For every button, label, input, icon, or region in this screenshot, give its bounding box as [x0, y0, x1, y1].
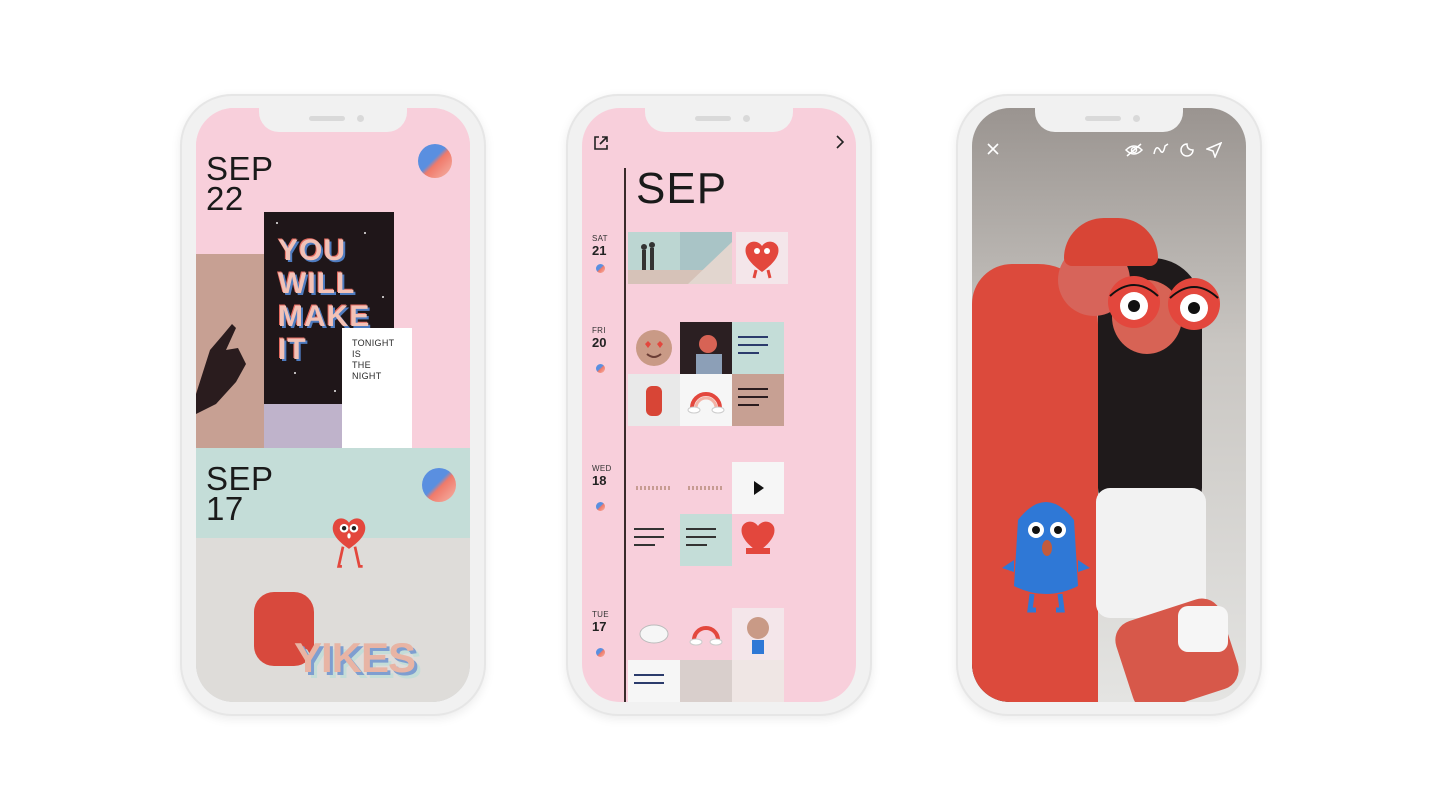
cloud-icon [639, 624, 669, 644]
note-card-tonight: TONIGHT IS THE NIGHT [342, 328, 412, 450]
phone-mockup-timeline: SEP SAT 21 FRI 20 WED 18 TUE 17 [566, 94, 872, 716]
photo-man [972, 264, 1098, 702]
heart-sticker-icon [745, 241, 779, 279]
phone-mockup-camera-editor [956, 94, 1262, 716]
text-lines-icon [634, 674, 664, 690]
day-of-week: TUE [592, 610, 609, 619]
month-heading: SEP [636, 164, 728, 213]
day-of-week: FRI [592, 326, 606, 335]
phone-notch [259, 108, 407, 132]
tile-character-sticker[interactable] [732, 608, 784, 660]
play-icon[interactable] [754, 481, 764, 495]
day-mood-icon [596, 648, 605, 657]
feed-screen: SEP 22 YOU WILL MAKE IT TONIGHT IS THE N… [196, 108, 470, 702]
note-line: TONIGHT [352, 338, 395, 348]
heart-eyes-emoji-icon [636, 330, 672, 366]
tile-cloud-sticker[interactable] [628, 608, 680, 660]
photo-hand-background [196, 254, 264, 448]
beach-couple-image [628, 242, 732, 284]
poster-line: WILL [278, 267, 356, 300]
text-lines-icon [686, 528, 716, 552]
day-of-week: SAT [592, 234, 608, 243]
tile-text-note[interactable] [680, 514, 732, 566]
tile-text-note[interactable] [732, 374, 784, 426]
share-out-icon[interactable] [592, 134, 610, 152]
day-of-month: 18 [592, 473, 607, 488]
day-of-month: 17 [592, 619, 607, 634]
note-line: IS [352, 349, 362, 359]
phone-notch [645, 108, 793, 132]
bald-character-icon [747, 617, 769, 654]
photo-white-dress [1096, 488, 1206, 618]
yikes-sticker: YIKES [294, 634, 416, 681]
squiggle-icon[interactable] [1152, 142, 1170, 158]
date-day: 22 [206, 180, 244, 217]
day-card-date: SEP 22 [206, 152, 274, 217]
tile-audio-note[interactable] [680, 462, 732, 514]
day-label-tue-17[interactable]: TUE 17 [592, 610, 609, 634]
day-label-fri-20[interactable]: FRI 20 [592, 326, 606, 350]
day-of-month: 20 [592, 335, 607, 350]
tile-text-note[interactable] [732, 322, 784, 374]
send-icon[interactable] [1206, 142, 1222, 158]
note-line: NIGHT [352, 371, 382, 381]
selfie-image [680, 322, 732, 374]
text-lines-icon [634, 528, 664, 552]
waveform-icon [688, 486, 724, 490]
day-mood-icon [596, 364, 605, 373]
tile-selfie-photo[interactable] [680, 322, 732, 374]
blue-bird-sticker[interactable] [1002, 490, 1090, 618]
day-mood-icon [596, 502, 605, 511]
tile-text-note[interactable] [628, 660, 680, 702]
text-lines-icon [738, 388, 768, 412]
date-day: 17 [206, 490, 244, 527]
tile-rainbow-sticker[interactable] [680, 608, 732, 660]
tile-audio-note[interactable] [628, 462, 680, 514]
sticker-icon[interactable] [1178, 142, 1196, 158]
photo-red-cap [1064, 218, 1158, 266]
tile-video[interactable] [732, 462, 784, 514]
close-icon[interactable] [986, 142, 1000, 156]
phone-mockup-feed: SEP 22 YOU WILL MAKE IT TONIGHT IS THE N… [180, 94, 486, 716]
tile-heart-sticker[interactable] [732, 514, 784, 566]
waveform-icon [636, 486, 672, 490]
phone-notch [1035, 108, 1183, 132]
shoe-image [646, 386, 662, 416]
day-card-sep-17[interactable]: SEP 17 YIKES [196, 448, 470, 702]
chevron-right-icon[interactable] [834, 134, 846, 150]
photo-editor-screen [972, 108, 1246, 702]
hide-eye-icon[interactable] [1124, 142, 1144, 158]
timeline-rule [624, 168, 626, 702]
note-line: THE [352, 360, 371, 370]
tile-photo-beach[interactable] [628, 232, 732, 284]
day-card-sep-22[interactable]: SEP 22 YOU WILL MAKE IT TONIGHT IS THE N… [196, 108, 470, 450]
heart-character-sticker [332, 518, 366, 568]
note-text: TONIGHT IS THE NIGHT [352, 338, 394, 382]
googly-eyes-sticker[interactable] [1096, 266, 1232, 332]
tile-heart-sticker[interactable] [736, 232, 788, 284]
profile-gradient-icon[interactable] [418, 144, 452, 178]
heart-sticker-icon [741, 521, 775, 554]
day-label-wed-18[interactable]: WED 18 [592, 464, 612, 488]
tile-heart-eyes[interactable] [628, 322, 680, 374]
rainbow-icon [687, 392, 725, 414]
hand-silhouette-icon [196, 324, 246, 414]
rainbow-icon [689, 626, 723, 646]
profile-gradient-icon[interactable] [422, 468, 456, 502]
photo-strip [264, 404, 344, 448]
tile-photo[interactable] [732, 660, 784, 702]
tile-rainbow-sticker[interactable] [680, 374, 732, 426]
day-card-date: SEP 17 [206, 462, 274, 527]
day-of-week: WED [592, 464, 612, 473]
tile-photo[interactable] [680, 660, 732, 702]
timeline-screen: SEP SAT 21 FRI 20 WED 18 TUE 17 [582, 108, 856, 702]
tile-shoe-photo[interactable] [628, 374, 680, 426]
photo-white-boot [1178, 606, 1228, 652]
poster-line: YOU [278, 234, 347, 267]
day-label-sat-21[interactable]: SAT 21 [592, 234, 608, 258]
tile-text-note[interactable] [628, 514, 680, 566]
text-lines-icon [738, 336, 768, 360]
day-mood-icon [596, 264, 605, 273]
day-of-month: 21 [592, 243, 607, 258]
